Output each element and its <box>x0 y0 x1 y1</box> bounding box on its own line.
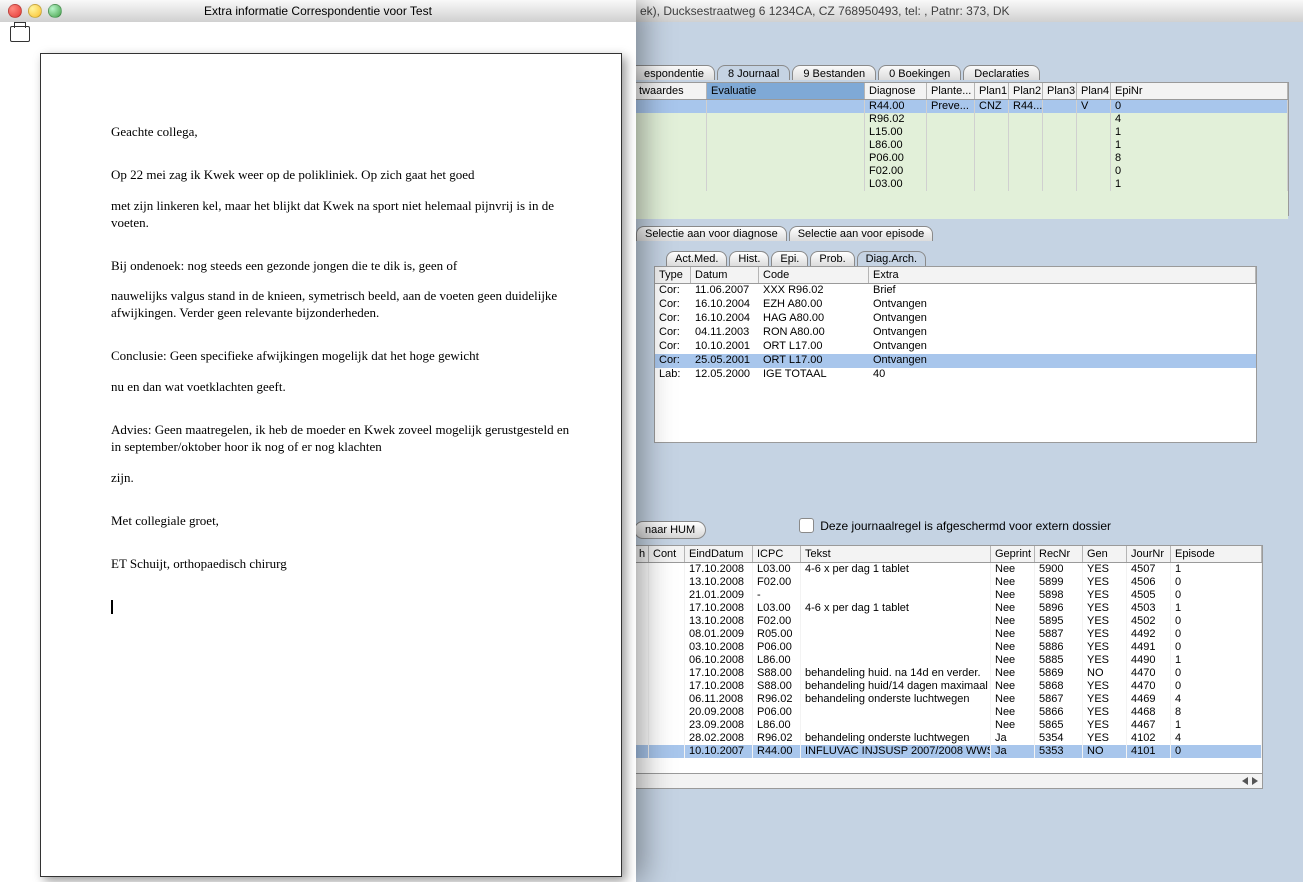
table-row[interactable]: 17.10.2008S88.00behandeling huid. na 14d… <box>635 667 1262 680</box>
tab-bestanden[interactable]: 9 Bestanden <box>792 65 876 80</box>
col-plan1[interactable]: Plan1 <box>975 83 1009 99</box>
table-row[interactable]: 03.10.2008P06.00Nee5886YES44910 <box>635 641 1262 654</box>
correspondentie-popup: Extra informatie Correspondentie voor Te… <box>0 0 636 882</box>
zoom-icon[interactable] <box>48 4 62 18</box>
journaal-grid[interactable]: h Cont EindDatum ICPC Tekst Geprint RecN… <box>634 545 1263 789</box>
diagarch-grid[interactable]: Type Datum Code Extra Cor:11.06.2007XXX … <box>654 266 1257 443</box>
table-row[interactable]: 13.10.2008F02.00Nee5895YES45020 <box>635 615 1262 628</box>
table-row[interactable]: R96.024 <box>635 113 1288 126</box>
col-icpc[interactable]: ICPC <box>753 546 801 562</box>
col-cont[interactable]: Cont <box>649 546 685 562</box>
print-icon[interactable] <box>10 26 30 42</box>
tab-boekingen[interactable]: 0 Boekingen <box>878 65 961 80</box>
col-plan3[interactable]: Plan3 <box>1043 83 1077 99</box>
col-h[interactable]: h <box>635 546 649 562</box>
main-tabs: espondentie 8 Journaal 9 Bestanden 0 Boe… <box>634 62 1303 80</box>
table-row[interactable]: Cor:16.10.2004HAG A80.00Ontvangen <box>655 312 1256 326</box>
table-row[interactable]: 28.02.2008R96.02behandeling onderste luc… <box>635 732 1262 745</box>
table-row[interactable]: 06.11.2008R96.02behandeling onderste luc… <box>635 693 1262 706</box>
inner-tabs: Act.Med. Hist. Epi. Prob. Diag.Arch. <box>664 251 1303 266</box>
col-diagnose[interactable]: Diagnose <box>865 83 927 99</box>
col-extra[interactable]: Extra <box>869 267 1256 283</box>
document-content[interactable]: Geachte collega, Op 22 mei zag ik Kwek w… <box>40 53 622 877</box>
close-icon[interactable] <box>8 4 22 18</box>
minimize-icon[interactable] <box>28 4 42 18</box>
col-datum[interactable]: Datum <box>691 267 759 283</box>
col-recnr[interactable]: RecNr <box>1035 546 1083 562</box>
window-title: ek), Ducksestraatweg 6 1234CA, CZ 768950… <box>634 0 1303 22</box>
letter-p8: zijn. <box>111 470 571 487</box>
col-tekst[interactable]: Tekst <box>801 546 991 562</box>
col-plan2[interactable]: Plan2 <box>1009 83 1043 99</box>
tab-hist[interactable]: Hist. <box>729 251 769 266</box>
col-code[interactable]: Code <box>759 267 869 283</box>
table-row[interactable]: 06.10.2008L86.00Nee5885YES44901 <box>635 654 1262 667</box>
letter-p4: nauwelijks valgus stand in de knieen, sy… <box>111 288 571 322</box>
scroll-left-icon[interactable] <box>1242 777 1248 785</box>
tab-selectie-episode[interactable]: Selectie aan voor episode <box>789 226 934 241</box>
tab-selectie-diagnose[interactable]: Selectie aan voor diagnose <box>636 226 787 241</box>
popup-title: Extra informatie Correspondentie voor Te… <box>0 0 636 22</box>
scroll-right-icon[interactable] <box>1252 777 1258 785</box>
table-row[interactable]: Cor:16.10.2004EZH A80.00Ontvangen <box>655 298 1256 312</box>
col-epinr[interactable]: EpiNr <box>1111 83 1288 99</box>
letter-signoff: Met collegiale groet, <box>111 513 571 530</box>
col-twaardes[interactable]: twaardes <box>635 83 707 99</box>
tab-actmed[interactable]: Act.Med. <box>666 251 727 266</box>
letter-p2: met zijn linkeren kel, maar het blijkt d… <box>111 198 571 232</box>
table-row[interactable]: Cor:25.05.2001ORT L17.00Ontvangen <box>655 354 1256 368</box>
table-row[interactable]: Cor:04.11.2003RON A80.00Ontvangen <box>655 326 1256 340</box>
table-row[interactable]: 17.10.2008S88.00behandeling huid/14 dage… <box>635 680 1262 693</box>
col-type[interactable]: Type <box>655 267 691 283</box>
afgeschermd-checkbox[interactable] <box>799 518 814 533</box>
table-row[interactable]: Cor:10.10.2001ORT L17.00Ontvangen <box>655 340 1256 354</box>
table-row[interactable]: 20.09.2008P06.00Nee5866YES44688 <box>635 706 1262 719</box>
table-row[interactable]: 17.10.2008L03.004-6 x per dag 1 tabletNe… <box>635 602 1262 615</box>
diagnose-grid[interactable]: twaardes Evaluatie Diagnose Plante... Pl… <box>634 82 1289 216</box>
letter-p3: Bij ondenoek: nog steeds een gezonde jon… <box>111 258 571 275</box>
tab-diagarch[interactable]: Diag.Arch. <box>857 251 926 266</box>
tab-journaal[interactable]: 8 Journaal <box>717 65 790 80</box>
popup-title-text: Extra informatie Correspondentie voor Te… <box>204 4 432 18</box>
col-journr[interactable]: JourNr <box>1127 546 1171 562</box>
tab-epi[interactable]: Epi. <box>771 251 808 266</box>
col-evaluatie[interactable]: Evaluatie <box>707 83 865 99</box>
table-row[interactable]: L86.001 <box>635 139 1288 152</box>
table-row[interactable]: L15.001 <box>635 126 1288 139</box>
selectie-tabs: Selectie aan voor diagnose Selectie aan … <box>634 226 1303 241</box>
table-row[interactable]: F02.000 <box>635 165 1288 178</box>
col-gen[interactable]: Gen <box>1083 546 1127 562</box>
letter-p5: Conclusie: Geen specifieke afwijkingen m… <box>111 348 571 365</box>
table-row[interactable]: 21.01.2009-Nee5898YES45050 <box>635 589 1262 602</box>
letter-p1: Op 22 mei zag ik Kwek weer op de polikli… <box>111 167 571 184</box>
col-plan4[interactable]: Plan4 <box>1077 83 1111 99</box>
table-row[interactable]: 10.10.2007R44.00INFLUVAC INJSUSP 2007/20… <box>635 745 1262 758</box>
tab-prob[interactable]: Prob. <box>810 251 854 266</box>
table-row[interactable]: P06.008 <box>635 152 1288 165</box>
table-row[interactable]: 08.01.2009R05.00Nee5887YES44920 <box>635 628 1262 641</box>
letter-p6: nu en dan wat voetklachten geeft. <box>111 379 571 396</box>
naar-hum-button[interactable]: naar HUM <box>634 521 706 539</box>
tab-declaraties[interactable]: Declaraties <box>963 65 1040 80</box>
table-row[interactable]: 17.10.2008L03.004-6 x per dag 1 tabletNe… <box>635 563 1262 576</box>
table-row[interactable]: 23.09.2008L86.00Nee5865YES44671 <box>635 719 1262 732</box>
table-row[interactable]: Cor:11.06.2007XXX R96.02Brief <box>655 284 1256 298</box>
table-row[interactable]: 13.10.2008F02.00Nee5899YES45060 <box>635 576 1262 589</box>
afgeschermd-label: Deze journaalregel is afgeschermd voor e… <box>820 519 1111 533</box>
letter-p7: Advies: Geen maatregelen, ik heb de moed… <box>111 422 571 456</box>
col-episode[interactable]: Episode <box>1171 546 1262 562</box>
col-plante[interactable]: Plante... <box>927 83 975 99</box>
letter-signature: ET Schuijt, orthopaedisch chirurg <box>111 556 571 573</box>
table-row[interactable]: R44.00Preve...CNZR44...V0 <box>635 100 1288 113</box>
col-einddatum[interactable]: EindDatum <box>685 546 753 562</box>
col-geprint[interactable]: Geprint <box>991 546 1035 562</box>
tab-correspondentie[interactable]: espondentie <box>634 65 715 80</box>
table-row[interactable]: Lab:12.05.2000IGE TOTAAL40 <box>655 368 1256 382</box>
letter-greeting: Geachte collega, <box>111 124 571 141</box>
table-row[interactable]: L03.001 <box>635 178 1288 191</box>
text-cursor <box>111 600 113 614</box>
